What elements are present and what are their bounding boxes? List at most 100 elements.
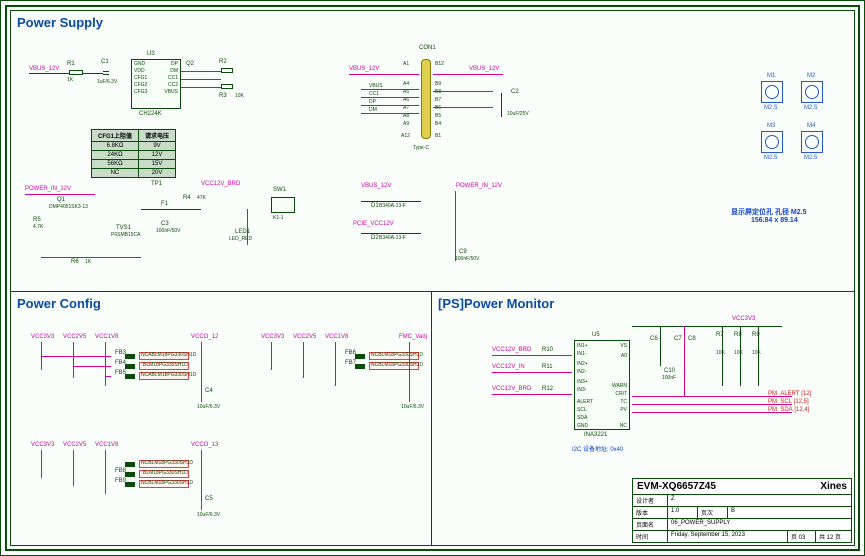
r3 — [221, 84, 233, 89]
c3-val: 100nF/50V — [156, 228, 180, 234]
pin-cfg3: CFG3 — [134, 89, 147, 95]
u3-ch224k: GND VDD CFG1 CFG2 CFG3 DP DM CC1 CC2 VBU… — [131, 59, 181, 109]
q1-part: DMP4051SK3-13 — [49, 204, 88, 210]
pin-dp: DP — [171, 61, 178, 67]
c5-val: 10uF/6.3V — [197, 512, 220, 518]
pin-cc2: CC2 — [168, 82, 178, 88]
pin-vdd: VDD — [134, 68, 145, 74]
q1-ref: Q1 — [57, 197, 65, 203]
q2-ref: Q2 — [186, 61, 194, 67]
vtable-h2: 请求电压 — [139, 130, 176, 142]
d1-part: B340A-13-F — [379, 203, 406, 209]
d2-ref: D2 — [371, 235, 379, 241]
c1 — [103, 69, 109, 77]
r6-ref: R6 — [71, 259, 79, 265]
led1-ref: LED1 — [235, 229, 250, 235]
power-config-title: Power Config — [11, 292, 431, 315]
power-supply-title: Power Supply — [11, 11, 855, 34]
net-vbus12v-r: VBUS_12V — [469, 66, 499, 72]
net-vcc3v3-b: VCC3V3 — [261, 334, 284, 340]
net-vbus-12v-in: VBUS_12V — [29, 66, 59, 72]
net-pm-scl: PM_SCL [12,5] — [768, 399, 809, 405]
title-block: EVM-XQ6657Z45 Xines 设计者 Z 版本 1.0 页次 B 页面… — [632, 478, 852, 543]
r5-ref: R5 — [33, 217, 41, 223]
pin-cfg2: CFG2 — [134, 82, 147, 88]
tvs1-ref: TVS1 — [116, 225, 131, 231]
c4-val: 10uF/6.3V — [197, 404, 220, 410]
net-vcc12v-brd-b: VCC12V_BRD — [492, 347, 531, 353]
net-vcc2v5-c: VCC2V5 — [63, 442, 86, 448]
c3-ref: C3 — [161, 221, 169, 227]
section-power-config: Power Config VCC3V3 VCC2V5 VCC1V8 VCCO_1… — [11, 291, 431, 545]
u3-ref: U3 — [147, 51, 155, 57]
con1-ref: CON1 — [419, 45, 436, 51]
typec-label: Type-C — [413, 145, 429, 151]
net-vcc12v-in: VCC12V_IN — [492, 364, 525, 370]
r1-ref: R1 — [67, 61, 75, 67]
net-pm-sda: PM_SDA [12,4] — [768, 407, 809, 413]
net-fmcvadj: FMC_Vadj — [399, 334, 427, 340]
pin-gnd: GND — [134, 61, 145, 67]
pin-cfg1: CFG1 — [134, 75, 147, 81]
net-vcc3v3-pm: VCC3V3 — [732, 316, 755, 322]
sw1 — [271, 197, 295, 213]
net-vbus12v-l: VBUS_12V — [349, 66, 379, 72]
cfg-voltage-table: CFG1上阻值请求电压 6.8KΩ9V 24KΩ12V 56KΩ15V NC20… — [91, 129, 176, 178]
net-vcc3v3-c: VCC3V3 — [31, 442, 54, 448]
c9-val: 100nF/50V — [455, 256, 479, 262]
pin-cc1: CC1 — [168, 75, 178, 81]
c5-ref: C5 — [205, 496, 213, 502]
c9-ref: C9 — [459, 249, 467, 255]
mount-m1 — [761, 81, 783, 103]
u3-part: CH224K — [139, 111, 162, 117]
c2-ref: C2 — [511, 89, 519, 95]
net-vcc2v5-b: VCC2V5 — [293, 334, 316, 340]
d1-ref: D1 — [371, 203, 379, 209]
net-vcc12v-brd-c: VCC12V_BRD — [492, 386, 531, 392]
r4-ref: R4 — [183, 195, 191, 201]
net-vcc1v8-c: VCC1V8 — [95, 442, 118, 448]
net-pm-alert: PM_ALERT [12] — [768, 391, 811, 397]
r5-val: 4.7K — [33, 224, 43, 230]
mount-m3 — [761, 131, 783, 153]
sw1-ref: SW1 — [273, 187, 286, 193]
c1-val: 1uF/6.3V — [97, 79, 117, 85]
tvs1-part: P6SMB15CA — [111, 232, 140, 238]
r1-val: 1K — [67, 77, 73, 83]
c4-ref: C4 — [205, 388, 213, 394]
net-vcc1v8-a: VCC1V8 — [95, 334, 118, 340]
net-power-in-12v-r: POWER_IN_12V — [456, 183, 502, 189]
net-vcco13: VCCO_13 — [191, 442, 218, 448]
net-vcco12: VCCO_12 — [191, 334, 218, 340]
r3-ref: R3 — [219, 93, 227, 99]
company-name: Xines — [820, 481, 847, 492]
f1-ref: F1 — [161, 201, 168, 207]
vtable-h1: CFG1上阻值 — [92, 130, 139, 142]
r4-val: 47K — [197, 195, 206, 201]
sw1-part: K1-1 — [273, 215, 284, 221]
net-vbus12v-bot: VBUS_12V — [361, 183, 391, 189]
i2c-address-note: I2C 设备地址: 0x40 — [572, 444, 623, 453]
u5-ina3221: VS A0 IN1+ IN1- IN2+ IN2- IN3+ IN3- ALER… — [574, 340, 630, 430]
mount-note-1: 显示屏定位孔 孔径 M2.5 — [731, 207, 806, 217]
net-pcie-vcc12v: PCIE_VCC12V — [353, 221, 394, 227]
typec-connector — [421, 59, 431, 139]
tp1-ref: TP1 — [151, 181, 162, 187]
r1 — [69, 70, 83, 75]
d2-part: B340A-13-F — [379, 235, 406, 241]
net-vcc1v8-b: VCC1V8 — [325, 334, 348, 340]
c1-ref: C1 — [101, 59, 109, 65]
mount-m2 — [801, 81, 823, 103]
r6-val: 1K — [85, 259, 91, 265]
u5-ref: U5 — [592, 332, 600, 338]
mount-m4 — [801, 131, 823, 153]
power-monitor-title: [PS]Power Monitor — [432, 292, 855, 315]
pin-dm: DM — [170, 68, 178, 74]
section-power-supply: Power Supply VBUS_12V R1 1K C1 1uF/6.3V … — [11, 11, 855, 291]
r2 — [221, 68, 233, 73]
c2-val: 10uF/25V — [507, 111, 529, 117]
led1-part: LED_RED — [229, 236, 252, 242]
r3-val: 10K — [235, 93, 244, 99]
r2-ref: R2 — [219, 59, 227, 65]
net-vcc3v3-a: VCC3V3 — [31, 334, 54, 340]
